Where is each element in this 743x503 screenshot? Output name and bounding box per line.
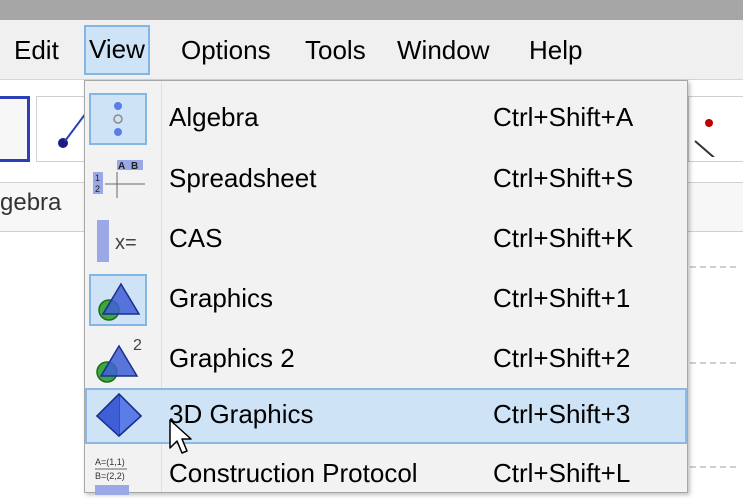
menu-item-shortcut: Ctrl+Shift+3 <box>493 399 631 429</box>
menu-help[interactable]: Help <box>529 26 582 74</box>
polygon-tool-button[interactable] <box>688 96 743 168</box>
menu-item-shortcut: Ctrl+Shift+L <box>493 458 631 488</box>
menu-options[interactable]: Options <box>181 26 271 74</box>
view-menu-item-graphics[interactable]: Graphics Ctrl+Shift+1 <box>85 272 687 328</box>
spreadsheet-row-2: 2 <box>95 184 100 194</box>
menu-item-shortcut: Ctrl+Shift+S <box>493 163 634 193</box>
move-tool-button[interactable] <box>0 96 30 162</box>
menu-item-label: Algebra <box>169 102 259 132</box>
spreadsheet-row-1: 1 <box>95 173 100 183</box>
graphics-2-badge: 2 <box>133 337 142 354</box>
menu-item-label: Construction Protocol <box>169 458 418 488</box>
protocol-line-2: B=(2,2) <box>95 471 125 481</box>
menu-item-shortcut: Ctrl+Shift+1 <box>493 283 631 313</box>
algebra-view-title: gebra <box>0 189 62 216</box>
view-menu-item-spreadsheet[interactable]: A B 1 2 Spreadsheet Ctrl+Shift+S <box>85 152 687 208</box>
construction-protocol-icon: A=(1,1) B=(2,2) <box>89 449 147 501</box>
menu-bar: Edit View Options Tools Window Help <box>0 20 743 80</box>
segment-tool-icon <box>694 119 726 168</box>
spreadsheet-col-b: B <box>131 161 138 172</box>
menu-window[interactable]: Window <box>397 26 489 74</box>
menu-item-label: CAS <box>169 223 223 253</box>
menu-item-label: Graphics <box>169 283 274 313</box>
3d-graphics-view-icon <box>91 390 149 442</box>
view-menu-item-graphics-2[interactable]: 2 Graphics 2 Ctrl+Shift+2 <box>85 332 687 388</box>
grid-line <box>690 266 736 268</box>
menu-item-label: Spreadsheet <box>169 163 317 193</box>
grid-line <box>690 362 736 364</box>
menu-item-shortcut: Ctrl+Shift+2 <box>493 343 631 373</box>
graphics-view-icon <box>89 274 147 326</box>
window-title-bar <box>0 0 743 20</box>
view-menu-item-cas[interactable]: x= CAS Ctrl+Shift+K <box>85 212 687 268</box>
graphics-2-view-icon: 2 <box>89 334 147 386</box>
grid-line <box>690 466 736 468</box>
menu-item-shortcut: Ctrl+Shift+A <box>493 102 634 132</box>
mouse-cursor-icon <box>169 419 192 454</box>
spreadsheet-col-a: A <box>118 161 125 172</box>
cas-icon-text: x= <box>115 232 137 254</box>
menu-item-shortcut: Ctrl+Shift+K <box>493 223 634 253</box>
algebra-view-icon <box>89 93 147 145</box>
protocol-line-1: A=(1,1) <box>95 457 125 467</box>
spreadsheet-view-icon: A B 1 2 <box>89 154 147 206</box>
menu-view[interactable]: View <box>84 25 150 75</box>
menu-edit[interactable]: Edit <box>14 26 59 74</box>
menu-tools[interactable]: Tools <box>305 26 366 74</box>
menu-item-label: Graphics 2 <box>169 343 295 373</box>
cas-view-icon: x= <box>89 214 147 266</box>
view-menu-item-algebra[interactable]: Algebra Ctrl+Shift+A <box>85 91 687 147</box>
